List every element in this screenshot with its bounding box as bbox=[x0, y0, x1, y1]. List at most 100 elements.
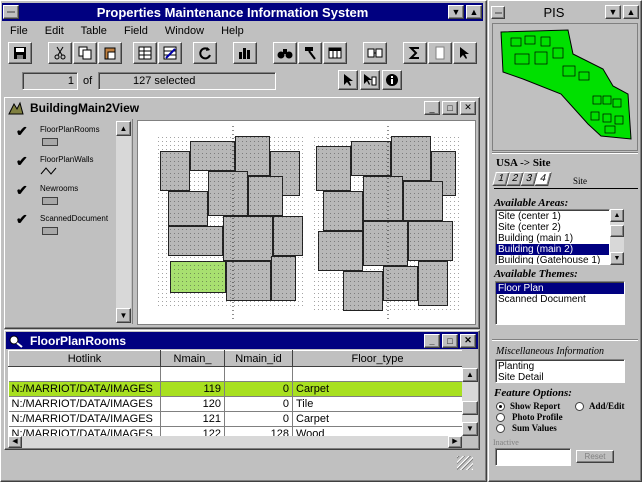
scroll-thumb[interactable] bbox=[610, 225, 624, 237]
table-maximize-icon[interactable]: □ bbox=[442, 333, 458, 348]
column-header-nmain[interactable]: Nmain_ bbox=[160, 350, 225, 367]
add-edit-radio[interactable] bbox=[575, 402, 584, 411]
select-tool-button[interactable] bbox=[360, 70, 380, 90]
resize-grip-icon[interactable] bbox=[457, 456, 473, 470]
refresh-button[interactable] bbox=[193, 42, 217, 64]
add-edit-label[interactable]: Add/Edit bbox=[589, 401, 625, 411]
view-minimize-icon[interactable]: _ bbox=[424, 100, 440, 115]
show-report-label[interactable]: Show Report bbox=[510, 401, 560, 411]
cut-button[interactable] bbox=[48, 42, 72, 64]
record-current: 1 bbox=[67, 75, 74, 87]
pis-divider bbox=[492, 152, 638, 154]
available-areas-label: Available Areas: bbox=[494, 197, 569, 209]
table-row[interactable]: N:/MARRIOT/DATA/IMAGES 122 128 Wood bbox=[8, 426, 462, 436]
pis-minimize-icon[interactable]: ▼ bbox=[605, 5, 621, 19]
misc-item[interactable]: Site Detail bbox=[496, 372, 624, 383]
scroll-up-icon[interactable]: ▲ bbox=[116, 121, 131, 136]
chart-button[interactable] bbox=[233, 42, 257, 64]
legend-label[interactable]: FloorPlanRooms bbox=[40, 125, 100, 134]
columns-button[interactable] bbox=[323, 42, 347, 64]
table-row[interactable]: N:/MARRIOT/DATA/IMAGES 121 0 Carpet bbox=[8, 411, 462, 427]
blank-button[interactable] bbox=[428, 42, 452, 64]
menu-file[interactable]: File bbox=[10, 25, 28, 37]
area-item[interactable]: Building (Gatehouse 1) bbox=[496, 255, 609, 264]
photo-profile-label[interactable]: Photo Profile bbox=[512, 412, 563, 422]
pis-system-menu-icon[interactable] bbox=[491, 5, 505, 19]
cell-hotlink: N:/MARRIOT/DATA/IMAGES bbox=[8, 411, 161, 427]
table-horizontal-scrollbar[interactable]: ◀ ▶ bbox=[8, 436, 462, 448]
area-item[interactable]: Site (center 1) bbox=[496, 211, 609, 222]
maximize-icon[interactable]: ▲ bbox=[466, 5, 482, 19]
save-button[interactable] bbox=[8, 42, 32, 64]
layer-visible-checkbox[interactable]: ✔ bbox=[16, 211, 28, 228]
layer-visible-checkbox[interactable]: ✔ bbox=[16, 153, 28, 170]
pointer-tool-button[interactable] bbox=[338, 70, 358, 90]
sum-values-label[interactable]: Sum Values bbox=[512, 423, 557, 433]
summarize-button[interactable] bbox=[403, 42, 427, 64]
record-number-field[interactable]: 1 bbox=[22, 72, 78, 90]
legend-label[interactable]: ScannedDocument bbox=[40, 214, 108, 223]
table-button[interactable] bbox=[133, 42, 157, 64]
menu-window[interactable]: Window bbox=[165, 25, 204, 37]
area-item[interactable]: Site (center 2) bbox=[496, 222, 609, 233]
sum-values-radio[interactable] bbox=[496, 424, 505, 433]
areas-listbox[interactable]: Site (center 1) Site (center 2) Building… bbox=[495, 209, 610, 265]
theme-item[interactable]: Scanned Document bbox=[496, 294, 624, 305]
scroll-down-icon[interactable]: ▼ bbox=[610, 252, 624, 265]
themes-listbox[interactable]: Floor Plan Scanned Document bbox=[495, 281, 625, 325]
view-maximize-icon[interactable]: □ bbox=[442, 100, 458, 115]
table-edit-button[interactable] bbox=[158, 42, 182, 64]
table-minimize-icon[interactable]: _ bbox=[424, 333, 440, 348]
legend-label[interactable]: Newrooms bbox=[40, 184, 78, 193]
area-item[interactable]: Building (main 1) bbox=[496, 233, 609, 244]
table-close-icon[interactable]: ✕ bbox=[460, 333, 476, 348]
menu-help[interactable]: Help bbox=[221, 25, 244, 37]
show-report-radio[interactable] bbox=[496, 402, 505, 411]
layer-visible-checkbox[interactable]: ✔ bbox=[16, 123, 28, 140]
menu-table[interactable]: Table bbox=[81, 25, 107, 37]
help-button[interactable] bbox=[453, 42, 477, 64]
system-menu-icon[interactable] bbox=[3, 5, 19, 19]
column-header-nmain-id[interactable]: Nmain_id bbox=[224, 350, 293, 367]
area-item-selected[interactable]: Building (main 2) bbox=[496, 244, 609, 255]
query-button[interactable] bbox=[298, 42, 322, 64]
theme-item-selected[interactable]: Floor Plan bbox=[496, 283, 624, 294]
photo-profile-radio[interactable] bbox=[496, 413, 505, 422]
layer-visible-checkbox[interactable]: ✔ bbox=[16, 182, 28, 199]
view-close-icon[interactable]: ✕ bbox=[460, 100, 476, 115]
inactive-input[interactable] bbox=[495, 448, 571, 466]
scroll-down-icon[interactable]: ▼ bbox=[116, 308, 131, 323]
scroll-thumb[interactable] bbox=[462, 401, 478, 415]
menu-bar: File Edit Table Field Window Help bbox=[10, 25, 258, 37]
blank-page-icon bbox=[435, 46, 445, 60]
join-button[interactable] bbox=[363, 42, 387, 64]
reset-button[interactable]: Reset bbox=[576, 450, 614, 463]
legend-label[interactable]: FloorPlanWalls bbox=[40, 155, 94, 164]
menu-field[interactable]: Field bbox=[124, 25, 148, 37]
paste-button[interactable] bbox=[98, 42, 122, 64]
site-outline bbox=[500, 29, 632, 140]
scroll-left-icon[interactable]: ◀ bbox=[8, 436, 22, 448]
scroll-right-icon[interactable]: ▶ bbox=[448, 436, 462, 448]
misc-info-label: Miscellaneous Information bbox=[496, 346, 605, 357]
scroll-up-icon[interactable]: ▲ bbox=[610, 209, 624, 222]
misc-listbox[interactable]: Planting Site Detail bbox=[495, 359, 625, 383]
table-row[interactable]: N:/MARRIOT/DATA/IMAGES 119 0 Carpet bbox=[8, 381, 462, 397]
scroll-down-icon[interactable]: ▼ bbox=[462, 422, 478, 436]
site-overview-map[interactable] bbox=[492, 23, 638, 151]
menu-edit[interactable]: Edit bbox=[45, 25, 64, 37]
areas-scrollbar[interactable]: ▲ ▼ bbox=[610, 209, 624, 265]
misc-item[interactable]: Planting bbox=[496, 361, 624, 372]
column-header-hotlink[interactable]: Hotlink bbox=[8, 350, 161, 367]
column-header-floor-type[interactable]: Floor_type bbox=[292, 350, 462, 367]
pis-maximize-icon[interactable]: ▲ bbox=[623, 5, 639, 19]
minimize-icon[interactable]: ▼ bbox=[448, 5, 464, 19]
copy-button[interactable] bbox=[73, 42, 97, 64]
table-vertical-scrollbar[interactable]: ▲ ▼ bbox=[462, 368, 478, 436]
identify-tool-button[interactable] bbox=[382, 70, 402, 90]
toc-scrollbar[interactable]: ▲ ▼ bbox=[116, 121, 131, 323]
find-button[interactable] bbox=[273, 42, 297, 64]
table-row[interactable]: N:/MARRIOT/DATA/IMAGES 120 0 Tile bbox=[8, 396, 462, 412]
map-display[interactable] bbox=[137, 120, 476, 325]
scroll-up-icon[interactable]: ▲ bbox=[462, 368, 478, 382]
